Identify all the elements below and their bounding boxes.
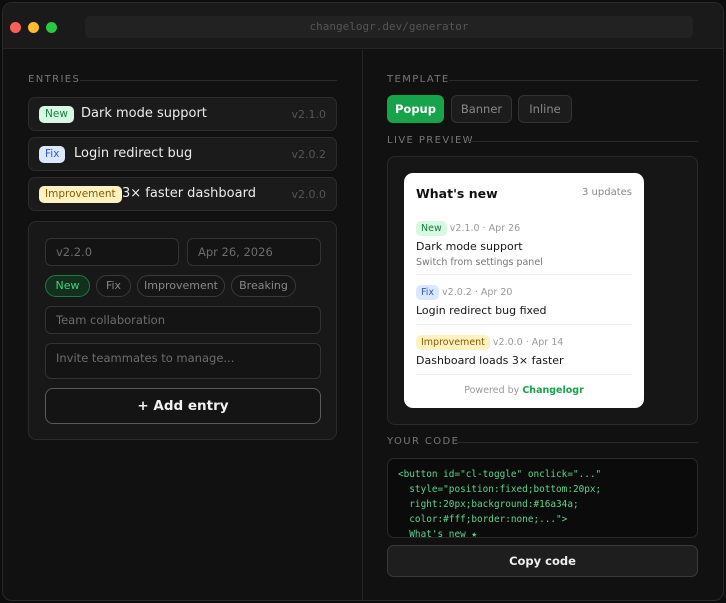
popup-item: New v2.1.0 · Apr 26 Dark mode support Swi… <box>416 221 632 268</box>
popup-update-count: 3 updates <box>582 187 632 198</box>
template-section-label: TEMPLATE <box>387 74 450 85</box>
entry-version: v2.0.2 <box>291 148 327 161</box>
type-chip-breaking[interactable]: Breaking <box>231 275 296 297</box>
entry-badge: New <box>39 106 74 123</box>
popup-item: Improvement v2.0.0 · Apr 14 Dashboard loa… <box>416 335 632 367</box>
entry-version: v2.0.0 <box>291 188 327 201</box>
popup-item-badge: Improvement <box>416 335 490 350</box>
live-preview-area: What's new 3 updates New v2.1.0 · Apr 26 … <box>387 156 698 425</box>
address-bar[interactable]: changelogr.dev/generator <box>85 16 693 38</box>
popup-item-title: Login redirect bug fixed <box>416 304 547 317</box>
code-snippet[interactable]: <button id="cl-toggle" onclick="..." sty… <box>387 458 698 538</box>
template-banner-button[interactable]: Banner <box>451 95 512 123</box>
type-chip-new[interactable]: New <box>45 275 90 297</box>
preview-section-rule <box>467 141 698 142</box>
popup-separator <box>416 324 632 325</box>
new-entry-form: New Fix Improvement Breaking + Add entry <box>28 221 337 440</box>
maximize-window-button[interactable] <box>46 22 57 33</box>
type-chip-improvement[interactable]: Improvement <box>137 275 225 297</box>
title-input[interactable] <box>45 306 321 334</box>
code-section-label: YOUR CODE <box>387 436 460 447</box>
entry-badge: Improvement <box>39 186 122 203</box>
entry-title: Login redirect bug <box>74 146 193 161</box>
copy-code-button[interactable]: Copy code <box>387 545 698 577</box>
popup-separator <box>416 274 632 275</box>
entry-version: v2.1.0 <box>291 108 327 121</box>
entry-badge: Fix <box>39 146 66 163</box>
entry-item[interactable]: Improvement 3× faster dashboard v2.0.0 <box>28 177 337 211</box>
entries-section-label: ENTRIES <box>28 74 81 85</box>
close-window-button[interactable] <box>10 22 21 33</box>
popup-item-meta: v2.1.0 · Apr 26 <box>449 223 521 234</box>
entries-section-rule <box>80 80 337 81</box>
popup-item-title: Dashboard loads 3× faster <box>416 354 564 367</box>
app-window: changelogr.dev/generator ENTRIES New Dar… <box>2 2 724 601</box>
popup-separator <box>416 374 632 375</box>
type-chip-fix[interactable]: Fix <box>96 275 131 297</box>
powered-by: Powered by Changelogr <box>404 385 644 396</box>
version-input[interactable] <box>45 238 179 266</box>
popup-item-meta: v2.0.2 · Apr 20 <box>442 287 513 298</box>
powered-by-brand-link[interactable]: Changelogr <box>522 385 583 396</box>
template-inline-button[interactable]: Inline <box>518 95 572 123</box>
minimize-window-button[interactable] <box>28 22 39 33</box>
description-input[interactable] <box>45 343 321 379</box>
template-popup-button[interactable]: Popup <box>387 95 444 123</box>
popup-title: What's new <box>416 186 498 201</box>
popup-item-meta: v2.0.0 · Apr 14 <box>492 337 564 348</box>
code-section-rule <box>457 442 698 443</box>
entry-title: 3× faster dashboard <box>122 186 256 201</box>
popup-item-description: Switch from settings panel <box>416 257 543 268</box>
panel-divider <box>362 50 363 600</box>
entry-item[interactable]: New Dark mode support v2.1.0 <box>28 97 337 131</box>
powered-by-prefix: Powered by <box>464 385 523 396</box>
title-bar: changelogr.dev/generator <box>3 3 723 49</box>
popup-item-badge: Fix <box>416 285 440 300</box>
add-entry-button[interactable]: + Add entry <box>45 388 321 424</box>
changelog-popup: What's new 3 updates New v2.1.0 · Apr 26 … <box>404 173 644 408</box>
entry-item[interactable]: Fix Login redirect bug v2.0.2 <box>28 137 337 171</box>
template-section-rule <box>449 80 698 81</box>
entry-title: Dark mode support <box>81 106 207 121</box>
preview-section-label: LIVE PREVIEW <box>387 135 474 146</box>
popup-item-title: Dark mode support <box>416 240 523 253</box>
popup-item: Fix v2.0.2 · Apr 20 Login redirect bug fi… <box>416 285 632 317</box>
popup-item-badge: New <box>416 221 447 236</box>
date-input[interactable] <box>187 238 321 266</box>
